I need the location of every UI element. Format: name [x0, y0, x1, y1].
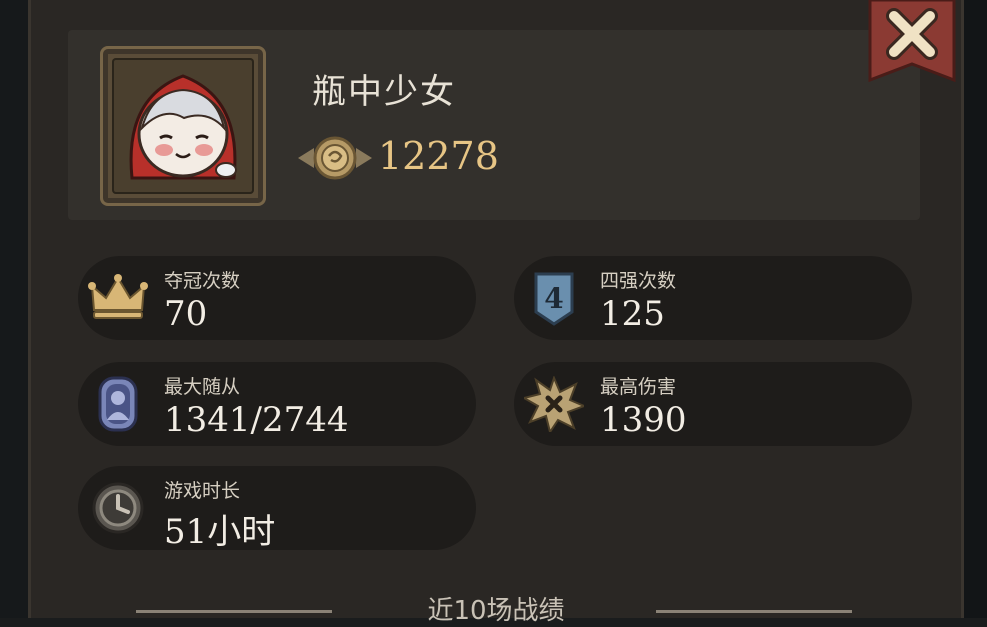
player-name: 瓶中少女 [312, 72, 456, 112]
recent-matches-header: 近10场战绩 [136, 590, 852, 626]
stat-value: 1341/2744 [164, 400, 349, 440]
rating-value: 12278 [378, 134, 499, 178]
stat-value: 51小时 [164, 512, 276, 552]
stat-value: 125 [600, 294, 665, 334]
close-button[interactable] [868, 0, 956, 84]
divider-left [136, 610, 332, 613]
stat-top-four: 4 四强次数 125 [514, 256, 912, 340]
stat-value: 1390 [600, 400, 687, 440]
avatar-portrait [112, 58, 254, 194]
close-icon [868, 0, 956, 83]
stat-championships: 夺冠次数 70 [78, 256, 476, 340]
clock-icon [88, 480, 148, 536]
avatar[interactable] [100, 46, 266, 206]
red-hood-girl-icon [129, 74, 237, 180]
minion-portrait-icon [88, 376, 148, 432]
stat-highest-damage: 最高伤害 1390 [514, 362, 912, 446]
stat-max-minion: 最大随从 1341/2744 [78, 362, 476, 446]
stat-play-time: 游戏时长 51小时 [78, 466, 476, 552]
shield-four-icon: 4 [524, 270, 584, 326]
stat-label: 四强次数 [600, 270, 677, 292]
crown-icon [88, 270, 148, 326]
damage-burst-icon [521, 375, 587, 435]
divider-right [656, 610, 852, 613]
stat-value: 70 [164, 294, 208, 334]
recent-matches-title: 近10场战绩 [427, 596, 565, 626]
stat-label: 夺冠次数 [164, 270, 241, 292]
stat-label: 游戏时长 [164, 480, 241, 502]
rating-medal-icon [296, 134, 374, 182]
svg-text:4: 4 [544, 282, 563, 315]
stat-label: 最高伤害 [600, 376, 677, 398]
stat-label: 最大随从 [164, 376, 241, 398]
